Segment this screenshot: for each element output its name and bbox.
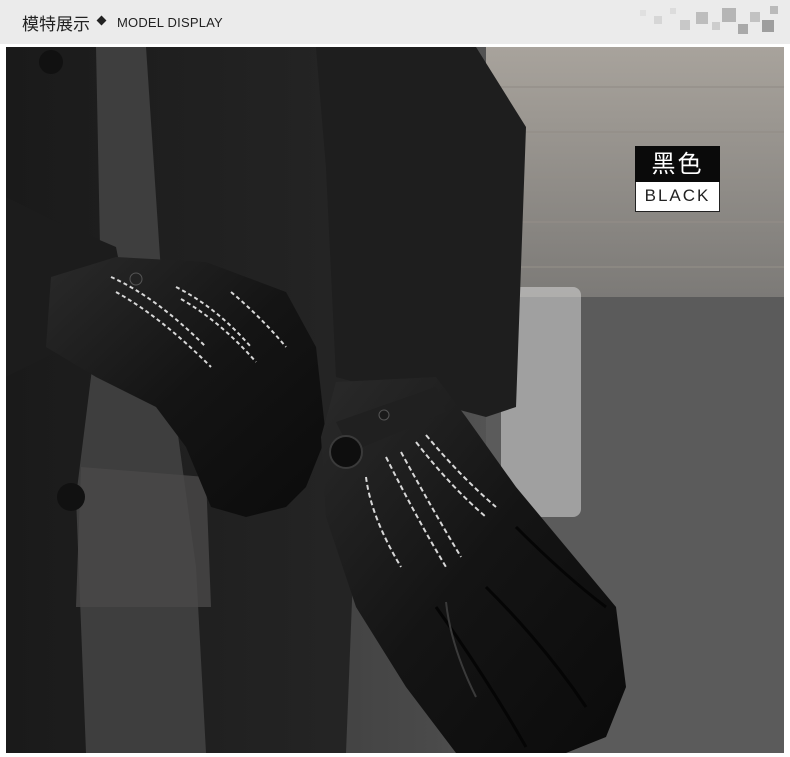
pixel-mosaic-icon: [640, 6, 780, 38]
diamond-icon: [96, 15, 107, 26]
section-title-cn: 模特展示: [22, 15, 90, 35]
section-title-en: MODEL DISPLAY: [117, 15, 223, 30]
color-name-cn: 黑色: [635, 146, 720, 182]
color-badge: 黑色 BLACK: [635, 146, 720, 212]
section-header: 模特展示 MODEL DISPLAY: [0, 0, 790, 44]
color-name-en: BLACK: [635, 182, 720, 212]
